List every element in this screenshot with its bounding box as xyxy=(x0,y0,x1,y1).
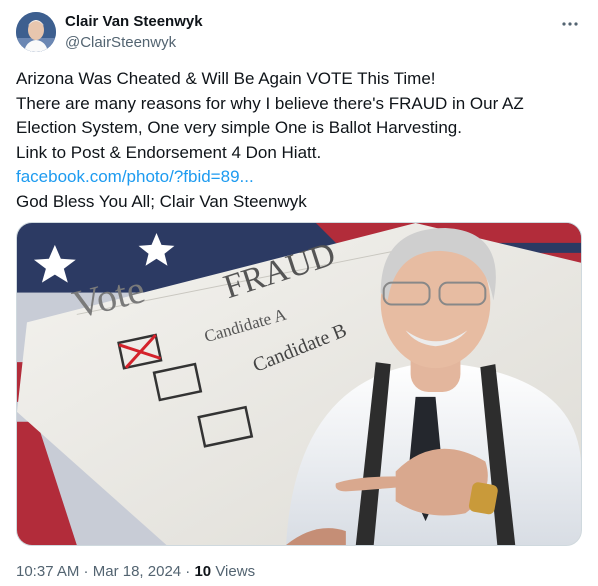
tweet-date[interactable]: Mar 18, 2024 xyxy=(93,563,181,580)
tweet-meta: 10:37 AM · Mar 18, 2024 · 10 Views xyxy=(16,563,255,580)
tweet-line: Election System, One very simple One is … xyxy=(16,118,462,137)
more-horizontal-icon xyxy=(562,22,578,26)
tweet-link[interactable]: facebook.com/photo/?fbid=89... xyxy=(16,167,254,186)
avatar[interactable] xyxy=(16,12,56,52)
tweet-closing: God Bless You All; Clair Van Steenwyk xyxy=(16,191,307,211)
meta-separator: · xyxy=(181,563,195,580)
media-illustration: Vote FRAUD Candidate A Candidate B xyxy=(17,223,581,545)
tweet-line: Link to Post & Endorsement 4 Don Hiatt. xyxy=(16,142,322,162)
tweet-line: There are many reasons for why I believe… xyxy=(16,93,524,113)
tweet-media-image[interactable]: Vote FRAUD Candidate A Candidate B xyxy=(16,222,582,546)
more-options-button[interactable] xyxy=(560,14,580,34)
tweet-text: Arizona Was Cheated & Will Be Again VOTE… xyxy=(16,67,586,214)
meta-separator: · xyxy=(79,563,93,580)
tweet-card: Clair Van Steenwyk @ClairSteenwyk Arizon… xyxy=(0,0,598,586)
views-count: 10 xyxy=(194,563,212,580)
avatar-image xyxy=(16,12,56,52)
tweet-line: Arizona Was Cheated & Will Be Again VOTE… xyxy=(16,69,436,88)
author-name[interactable]: Clair Van Steenwyk xyxy=(65,13,203,30)
tweet-time[interactable]: 10:37 AM xyxy=(16,563,79,580)
views-label: Views xyxy=(211,563,256,580)
author-handle[interactable]: @ClairSteenwyk xyxy=(65,34,176,51)
